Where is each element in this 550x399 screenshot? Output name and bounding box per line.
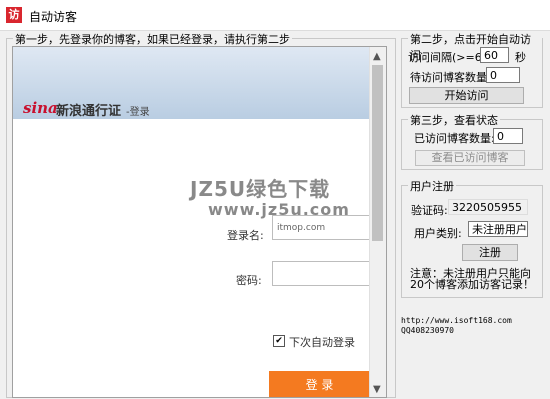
title-bar: 访 自动访客 (0, 0, 550, 31)
step3-title: 第三步，查看状态 (408, 112, 500, 128)
register-title: 用户注册 (408, 178, 456, 194)
watermark-line2: www.jz5u.com (208, 200, 350, 219)
browser-scrollbar[interactable]: ▲ ▼ (369, 47, 386, 397)
scroll-thumb[interactable] (372, 65, 383, 241)
scroll-down-icon[interactable]: ▼ (373, 384, 381, 395)
interval-input[interactable]: 60 (480, 47, 509, 63)
visited-count: 0 (493, 128, 523, 144)
code-label: 验证码: (411, 204, 448, 217)
view-visited-button[interactable]: 查看已访问博客 (415, 150, 525, 166)
interval-unit: 秒 (515, 51, 526, 64)
visited-label: 已访问博客数量: (414, 132, 495, 145)
pending-count: 0 (486, 67, 520, 83)
sina-logo: sina (23, 99, 58, 117)
site-subtitle: -登录 (126, 107, 150, 118)
site-title: 新浪通行证 (56, 104, 122, 119)
start-visit-button[interactable]: 开始访问 (409, 87, 524, 104)
register-group: 用户注册 验证码: 3220505955 用户类别: 未注册用户 注册 注意：未… (401, 178, 543, 298)
login-button[interactable]: 登 录 (269, 371, 370, 397)
user-type-label: 用户类别: (414, 227, 462, 240)
step1-title: 第一步，先登录你的博客，如果已经登录，请执行第二步 (13, 31, 292, 47)
embedded-browser[interactable]: sina 新浪通行证 -登录 登录名: itmop.com 密码: ✔ 下次自动… (12, 46, 387, 398)
footer-qq: QQ408230970 (401, 326, 454, 335)
code-value: 3220505955 (448, 199, 528, 215)
username-label: 登录名: (227, 229, 264, 242)
register-note: 注意：未注册用户只能向20个博客添加访客记录！ (410, 267, 534, 291)
step2-group: 第二步，点击开始自动访问 访问间隔(>=60) 60 秒 待访问博客数量: 0 … (401, 31, 543, 108)
window-title: 自动访客 (29, 10, 78, 24)
remember-label: 下次自动登录 (289, 336, 355, 349)
scroll-up-icon[interactable]: ▲ (373, 51, 381, 62)
step3-group: 第三步，查看状态 已访问博客数量: 0 查看已访问博客 (401, 112, 543, 170)
app-icon: 访 (6, 7, 22, 23)
pending-label: 待访问博客数量: (410, 71, 491, 84)
remember-checkbox[interactable]: ✔ (273, 335, 285, 347)
password-label: 密码: (236, 274, 262, 287)
watermark-line1: JZ5U绿色下载 (190, 177, 331, 201)
user-type-value: 未注册用户 (468, 221, 528, 237)
password-field[interactable] (272, 261, 370, 286)
register-button[interactable]: 注册 (462, 244, 518, 261)
footer-url: http://www.isoft168.com (401, 316, 512, 325)
